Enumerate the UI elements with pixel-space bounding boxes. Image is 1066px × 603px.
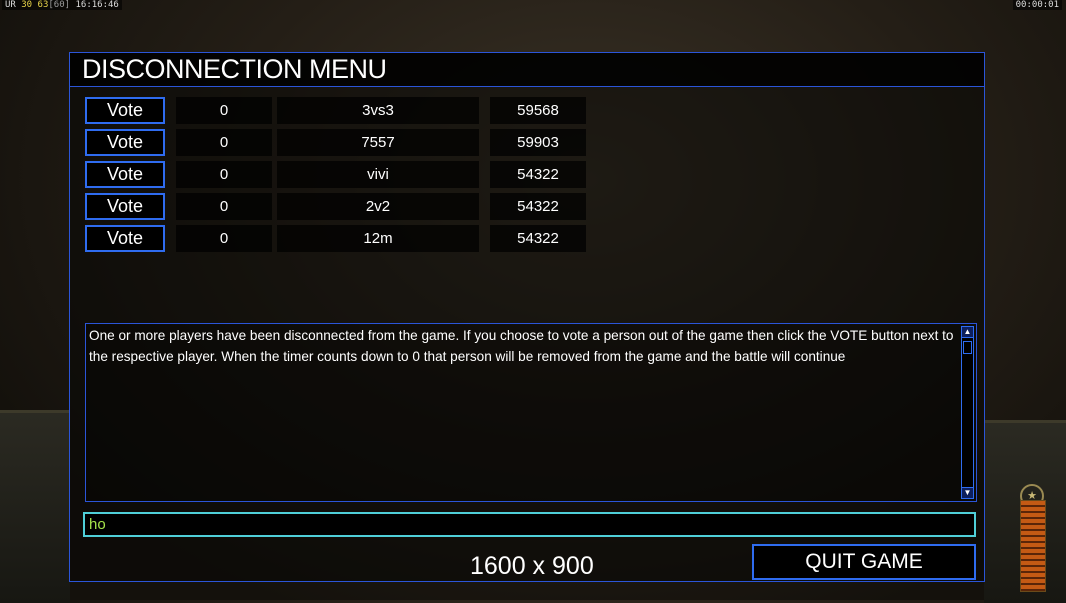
hud-value-a: 30 bbox=[21, 0, 33, 10]
player-timer: 0 bbox=[176, 161, 272, 188]
player-name: 7557 bbox=[277, 129, 479, 156]
player-ping: 54322 bbox=[490, 193, 586, 220]
power-meter bbox=[1020, 500, 1046, 592]
hud-prefix: UR bbox=[5, 0, 16, 10]
scroll-thumb[interactable] bbox=[963, 341, 972, 354]
scroll-up-arrow-icon[interactable]: ▲ bbox=[961, 326, 974, 338]
vote-button[interactable]: Vote bbox=[85, 97, 165, 124]
page-title: DISCONNECTION MENU bbox=[82, 54, 387, 84]
player-ping: 59903 bbox=[490, 129, 586, 156]
general-star-icon: ★ bbox=[1020, 484, 1044, 508]
vote-button[interactable]: Vote bbox=[85, 129, 165, 156]
message-box: One or more players have been disconnect… bbox=[85, 323, 977, 502]
player-timer: 0 bbox=[176, 193, 272, 220]
title-bar: DISCONNECTION MENU bbox=[70, 53, 984, 87]
player-timer: 0 bbox=[176, 225, 272, 252]
hud-value-c: [60] bbox=[48, 0, 71, 10]
vote-button[interactable]: Vote bbox=[85, 193, 165, 220]
vote-button[interactable]: Vote bbox=[85, 161, 165, 188]
player-timer: 0 bbox=[176, 97, 272, 124]
hud-value-b: 63 bbox=[37, 0, 49, 10]
player-name: vivi bbox=[277, 161, 479, 188]
player-ping: 54322 bbox=[490, 161, 586, 188]
player-timer: 0 bbox=[176, 129, 272, 156]
player-name: 3vs3 bbox=[277, 97, 479, 124]
vote-button[interactable]: Vote bbox=[85, 225, 165, 252]
player-ping: 54322 bbox=[490, 225, 586, 252]
hud-stats: UR 30 63[60] 16:16:46 bbox=[2, 0, 122, 10]
resolution-label: 1600 x 900 bbox=[470, 552, 594, 580]
disconnect-message: One or more players have been disconnect… bbox=[89, 328, 954, 364]
chat-input[interactable] bbox=[83, 512, 976, 537]
command-bar-right bbox=[984, 420, 1066, 603]
message-scrollbar[interactable]: ▲ ▼ bbox=[961, 326, 974, 499]
game-timer: 00:00:01 bbox=[1012, 0, 1062, 10]
player-ping: 59568 bbox=[490, 97, 586, 124]
command-bar-left bbox=[0, 410, 70, 603]
player-name: 2v2 bbox=[277, 193, 479, 220]
player-name: 12m bbox=[277, 225, 479, 252]
disconnection-menu: DISCONNECTION MENU Vote 0 3vs3 59568 Vot… bbox=[69, 52, 985, 582]
hud-clock: 16:16:46 bbox=[75, 0, 119, 10]
quit-game-button[interactable]: QUIT GAME bbox=[752, 544, 976, 580]
scroll-down-arrow-icon[interactable]: ▼ bbox=[961, 487, 974, 499]
